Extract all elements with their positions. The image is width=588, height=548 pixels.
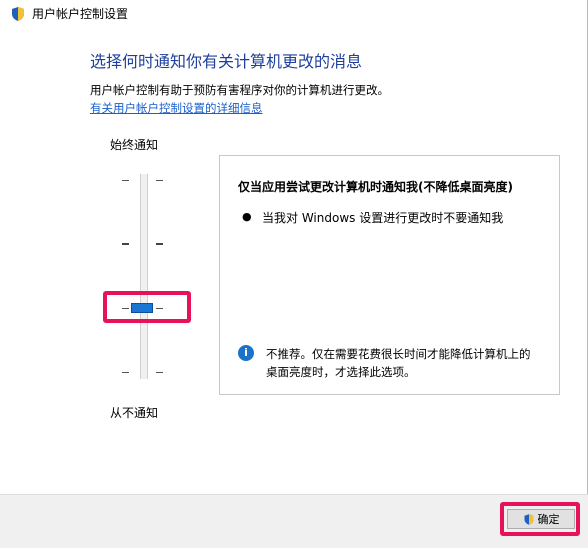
slider-tick: [122, 243, 129, 245]
uac-shield-icon: [524, 513, 533, 525]
slider-tick: [122, 308, 129, 309]
ok-button-label: 确定: [537, 513, 560, 526]
panel-bullet-text: 当我对 Windows 设置进行更改时不要通知我: [262, 211, 504, 225]
title-bar: 用户帐户控制设置: [0, 0, 588, 28]
slider-track[interactable]: [140, 174, 148, 379]
slider-thumb[interactable]: [131, 303, 153, 313]
slider-bottom-label: 从不通知: [110, 406, 159, 420]
uac-shield-icon: [12, 7, 24, 21]
page-description: 用户帐户控制有助于预防有害程序对你的计算机进行更改。: [90, 83, 389, 97]
window-title: 用户帐户控制设置: [32, 7, 129, 21]
bullet-dot: ●: [242, 210, 252, 223]
slider-tick: [156, 308, 163, 309]
info-icon: i: [238, 345, 254, 361]
slider-top-label: 始终通知: [110, 138, 159, 152]
slider-tick: [122, 372, 129, 373]
panel-title: 仅当应用尝试更改计算机时通知我(不降低桌面亮度): [238, 180, 513, 194]
setting-description-panel: 仅当应用尝试更改计算机时通知我(不降低桌面亮度) ● 当我对 Windows 设…: [219, 155, 560, 395]
slider-tick: [156, 243, 163, 245]
slider-tick: [122, 180, 129, 181]
slider-tick: [156, 180, 163, 181]
ok-button[interactable]: 确定: [507, 509, 575, 529]
page-heading: 选择何时通知你有关计算机更改的消息: [90, 52, 363, 71]
panel-note-line-1: 不推荐。仅在需要花费很长时间才能降低计算机上的: [266, 347, 531, 361]
help-link[interactable]: 有关用户帐户控制设置的详细信息: [90, 100, 263, 116]
panel-note-line-2: 桌面亮度时，才选择此选项。: [266, 365, 416, 379]
slider-tick: [156, 372, 163, 373]
